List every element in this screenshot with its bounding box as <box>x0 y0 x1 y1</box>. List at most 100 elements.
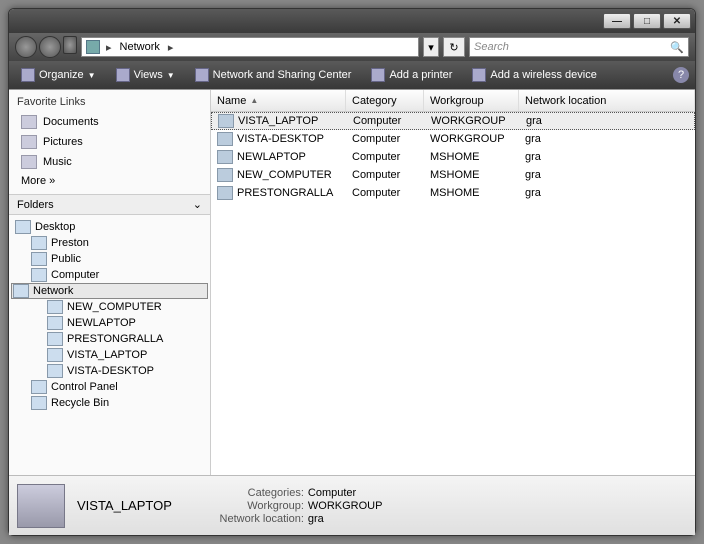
list-row[interactable]: NEWLAPTOP Computer MSHOME gra <box>211 148 695 166</box>
tree-item[interactable]: NEW_COMPUTER <box>11 299 208 315</box>
breadcrumb-segment[interactable]: Network <box>118 41 162 53</box>
folder-icon <box>47 364 63 378</box>
fav-music[interactable]: Music <box>17 152 202 172</box>
cell-category: Computer <box>346 187 424 199</box>
breadcrumb[interactable]: ▸ Network ▸ <box>81 37 419 57</box>
cell-text: MSHOME <box>430 169 480 181</box>
tree-label: Public <box>51 253 81 265</box>
minimize-button[interactable]: — <box>603 13 631 29</box>
list-row[interactable]: VISTA_LAPTOPComputerWORKGROUPgra <box>211 112 695 130</box>
tree-item[interactable]: Public <box>11 251 208 267</box>
explorer-window: — □ ✕ ▸ Network ▸ ▾ ↻ Search 🔍 Organize▼… <box>8 8 696 536</box>
list-row[interactable]: VISTA-DESKTOPComputerWORKGROUPgra <box>211 130 695 148</box>
wireless-icon <box>472 68 486 82</box>
column-header-row: Name▲ Category Workgroup Network locatio… <box>211 90 695 112</box>
fav-more[interactable]: More » <box>17 172 202 190</box>
content-body: Favorite Links Documents Pictures Music … <box>9 89 695 475</box>
help-button[interactable]: ? <box>673 67 689 83</box>
tree-item[interactable]: Recycle Bin <box>11 395 208 411</box>
column-category[interactable]: Category <box>346 90 424 111</box>
views-button[interactable]: Views▼ <box>110 66 181 84</box>
computer-icon <box>17 484 65 528</box>
cell-text: MSHOME <box>430 151 480 163</box>
tree-item[interactable]: Computer <box>11 267 208 283</box>
column-workgroup[interactable]: Workgroup <box>424 90 519 111</box>
computer-icon <box>217 132 233 146</box>
folder-icon <box>15 220 31 234</box>
tree-item[interactable]: Preston <box>11 235 208 251</box>
command-bar: Organize▼ Views▼ Network and Sharing Cen… <box>9 61 695 89</box>
tree-item[interactable]: PRESTONGRALLA <box>11 331 208 347</box>
forward-button[interactable] <box>39 36 61 58</box>
cell-text: Computer <box>352 187 400 199</box>
fav-label: Pictures <box>43 136 83 148</box>
sharing-label: Network and Sharing Center <box>213 69 352 81</box>
column-label: Workgroup <box>430 95 484 107</box>
cell-location: gra <box>519 151 695 163</box>
cell-text: WORKGROUP <box>431 115 506 127</box>
address-bar: ▸ Network ▸ ▾ ↻ Search 🔍 <box>9 33 695 61</box>
folders-header-label: Folders <box>17 199 54 211</box>
fav-documents[interactable]: Documents <box>17 112 202 132</box>
back-button[interactable] <box>15 36 37 58</box>
tree-item[interactable]: NEWLAPTOP <box>11 315 208 331</box>
cell-location: gra <box>519 187 695 199</box>
search-input[interactable]: Search 🔍 <box>469 37 689 57</box>
network-sharing-button[interactable]: Network and Sharing Center <box>189 66 358 84</box>
address-dropdown[interactable]: ▾ <box>423 37 439 57</box>
cell-text: gra <box>525 133 541 145</box>
decorative-swoosh <box>555 475 695 535</box>
tree-label: Preston <box>51 237 89 249</box>
cell-text: Computer <box>352 151 400 163</box>
chevron-right-icon[interactable]: ▸ <box>106 41 112 54</box>
list-body[interactable]: VISTA_LAPTOPComputerWORKGROUPgraVISTA-DE… <box>211 112 695 475</box>
folders-header[interactable]: Folders ⌄ <box>9 194 210 215</box>
sharing-icon <box>195 68 209 82</box>
column-location[interactable]: Network location <box>519 90 695 111</box>
list-row[interactable]: NEW_COMPUTERComputerMSHOMEgra <box>211 166 695 184</box>
folder-icon <box>31 236 47 250</box>
folder-tree: Desktop Preston Public ComputerNetworkNEW_C… <box>9 215 210 475</box>
views-icon <box>116 68 130 82</box>
maximize-button[interactable]: □ <box>633 13 661 29</box>
organize-button[interactable]: Organize▼ <box>15 66 102 84</box>
details-loc-key: Network location: <box>204 513 304 525</box>
fav-pictures[interactable]: Pictures <box>17 132 202 152</box>
cell-workgroup: MSHOME <box>424 169 519 181</box>
add-printer-button[interactable]: Add a printer <box>365 66 458 84</box>
details-cat-val: Computer <box>308 487 356 499</box>
views-label: Views <box>134 69 163 81</box>
cell-name: PRESTONGRALLA <box>211 186 346 200</box>
fav-label: Documents <box>43 116 99 128</box>
folder-icon <box>13 284 29 298</box>
refresh-button[interactable]: ↻ <box>443 37 465 57</box>
chevron-down-icon: ⌄ <box>193 198 202 211</box>
titlebar[interactable]: — □ ✕ <box>9 9 695 33</box>
recent-pages-button[interactable] <box>63 36 77 54</box>
tree-label: Recycle Bin <box>51 397 109 409</box>
list-row[interactable]: PRESTONGRALLA Computer MSHOME gra <box>211 184 695 202</box>
navigation-pane: Favorite Links Documents Pictures Music … <box>9 90 211 475</box>
cell-text: NEWLAPTOP <box>237 151 306 163</box>
add-wireless-button[interactable]: Add a wireless device <box>466 66 602 84</box>
tree-item[interactable]: VISTA_LAPTOP <box>11 347 208 363</box>
folder-icon <box>31 268 47 282</box>
details-wg-val: WORKGROUP <box>308 500 383 512</box>
chevron-right-icon[interactable]: ▸ <box>168 41 174 54</box>
close-button[interactable]: ✕ <box>663 13 691 29</box>
tree-label: Control Panel <box>51 381 118 393</box>
tree-item[interactable]: VISTA-DESKTOP <box>11 363 208 379</box>
cell-text: Computer <box>352 133 400 145</box>
details-name: VISTA_LAPTOP <box>77 498 172 513</box>
cell-text: Computer <box>352 169 400 181</box>
cell-text: gra <box>526 115 542 127</box>
column-name[interactable]: Name▲ <box>211 90 346 111</box>
cell-text: MSHOME <box>430 187 480 199</box>
computer-icon <box>217 168 233 182</box>
tree-item[interactable]: Control Panel <box>11 379 208 395</box>
tree-item[interactable]: Network <box>11 283 208 299</box>
column-label: Network location <box>525 95 606 107</box>
tree-item[interactable]: Desktop <box>11 219 208 235</box>
cell-text: gra <box>525 151 541 163</box>
list-pane: Name▲ Category Workgroup Network locatio… <box>211 90 695 475</box>
